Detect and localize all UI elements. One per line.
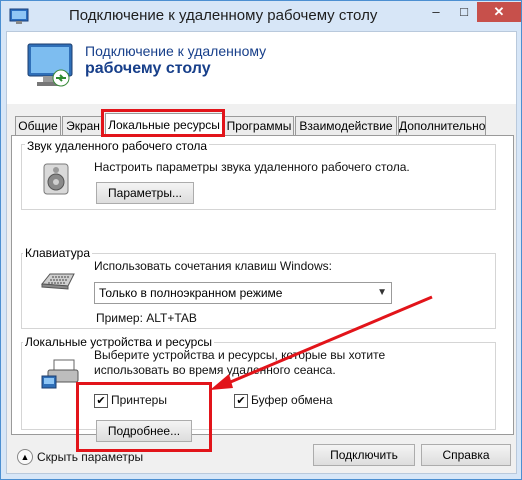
help-button[interactable]: Справка: [421, 444, 511, 466]
tab-display[interactable]: Экран: [62, 116, 104, 135]
header-title-line1: Подключение к удаленному: [85, 43, 267, 59]
sound-group: [21, 144, 496, 210]
clipboard-label: Буфер обмена: [251, 393, 333, 407]
keyboard-icon: [41, 273, 75, 290]
sound-description: Настроить параметры звука удаленного раб…: [94, 160, 410, 174]
chevron-up-icon[interactable]: ▲: [17, 449, 33, 465]
dialog-client: Подключение к удаленному рабочему столу …: [6, 31, 517, 474]
close-button[interactable]: ✕: [477, 2, 521, 22]
tab-experience[interactable]: Взаимодействие: [295, 116, 397, 135]
annotation-arrow: [210, 295, 433, 390]
clipboard-checkbox[interactable]: ✔: [234, 394, 248, 408]
devices-icon: [41, 359, 79, 389]
header-title-line2: рабочему столу: [85, 60, 211, 77]
tab-programs[interactable]: Программы: [224, 116, 294, 135]
keyboard-example: Пример: ALT+TAB: [96, 311, 197, 325]
maximize-button[interactable]: □: [451, 2, 477, 22]
devices-highlight: [76, 382, 212, 452]
sound-group-title: Звук удаленного рабочего стола: [25, 139, 210, 153]
active-tab-highlight: [101, 109, 225, 137]
keyboard-group-title: Клавиатура: [23, 246, 92, 260]
keyboard-description: Использовать сочетания клавиш Windows:: [94, 259, 332, 273]
connect-button[interactable]: Подключить: [313, 444, 415, 466]
sound-settings-button[interactable]: Параметры...: [96, 182, 194, 204]
minimize-button[interactable]: –: [423, 2, 449, 22]
dialog-header: Подключение к удаленному рабочему столу: [7, 32, 516, 104]
remote-desktop-app-icon: [9, 8, 29, 24]
devices-group-title: Локальные устройства и ресурсы: [23, 335, 214, 349]
window-title: Подключение к удаленному рабочему столу: [69, 7, 378, 24]
tab-advanced[interactable]: Дополнительно: [398, 116, 486, 135]
remote-monitor-icon: [27, 43, 73, 87]
title-bar: Подключение к удаленному рабочему столу …: [1, 1, 521, 31]
hide-options-link[interactable]: Скрыть параметры: [37, 450, 143, 464]
speaker-icon: [43, 163, 69, 195]
tab-general[interactable]: Общие: [15, 116, 61, 135]
